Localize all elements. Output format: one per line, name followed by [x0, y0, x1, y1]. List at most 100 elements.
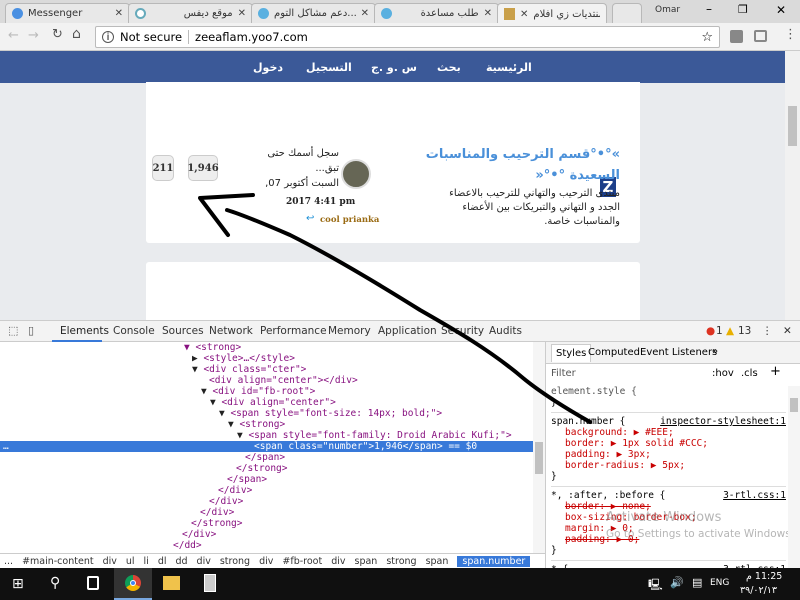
breadcrumb-item[interactable]: #main-content: [22, 556, 94, 567]
styles-filter-input[interactable]: Filter: [551, 368, 576, 379]
last-post-title[interactable]: سجل أسمك حتى تبق...: [251, 146, 339, 176]
calculator-icon[interactable]: [204, 574, 216, 592]
subtab-event-listeners[interactable]: Event Listeners: [640, 347, 717, 358]
dom-node[interactable]: ▶ <style>…</style>: [0, 353, 533, 364]
dom-node[interactable]: </span>: [0, 474, 533, 485]
camera-extension-icon[interactable]: [754, 30, 767, 42]
breadcrumb-item[interactable]: strong: [220, 556, 250, 567]
last-post-author[interactable]: cool prianka: [320, 215, 379, 225]
breadcrumb-item[interactable]: span: [355, 556, 378, 567]
dom-node[interactable]: ▼ <div class="cter">: [0, 364, 533, 375]
new-style-rule-button[interactable]: +: [770, 364, 781, 379]
hov-toggle[interactable]: :hov: [712, 368, 734, 379]
more-tabs-icon[interactable]: »: [712, 346, 718, 357]
dom-node[interactable]: </div>: [0, 496, 533, 507]
volume-icon[interactable]: 🔊: [670, 576, 684, 589]
address-bar[interactable]: i Not secure zeeaflam.yoo7.com ☆: [95, 26, 720, 48]
close-tab-icon[interactable]: ✕: [115, 8, 123, 19]
back-button[interactable]: ←: [8, 28, 19, 43]
forward-button[interactable]: →: [28, 28, 39, 43]
breadcrumb-item-selected[interactable]: span.number: [457, 555, 531, 567]
extension-icon[interactable]: [730, 30, 743, 43]
device-toolbar-icon[interactable]: ▯: [28, 324, 34, 337]
breadcrumb-item[interactable]: li: [144, 556, 149, 567]
nav-register[interactable]: التسجيل: [306, 61, 352, 74]
tab-messenger[interactable]: Messenger ✕: [5, 3, 130, 23]
breadcrumb-item[interactable]: dd: [175, 556, 187, 567]
subtab-styles[interactable]: Styles: [551, 344, 592, 362]
dom-node[interactable]: ▼ <strong>: [0, 419, 533, 430]
element-style-selector[interactable]: element.style {: [551, 386, 786, 397]
tab-zeeaflam[interactable]: ✕ منتديات زي أفلام: [497, 3, 607, 24]
css-property[interactable]: border-radius: ▶ 5px;: [551, 460, 786, 471]
subtab-computed[interactable]: Computed: [588, 347, 640, 358]
clock-date[interactable]: ٣٩/٠٢/١٣: [740, 585, 777, 596]
avatar[interactable]: [341, 159, 371, 189]
tab-divs[interactable]: موقع ديفس ✕: [128, 3, 253, 23]
breadcrumb-item[interactable]: ul: [126, 556, 135, 567]
devtools-menu-icon[interactable]: ⋮: [762, 325, 773, 337]
breadcrumb-item[interactable]: #fb-root: [282, 556, 322, 567]
nav-faq[interactable]: س .و .ج: [371, 61, 417, 74]
notifications-icon[interactable]: ▤: [692, 576, 702, 589]
reload-button[interactable]: ↻: [52, 27, 63, 42]
close-tab-icon[interactable]: ✕: [520, 9, 528, 20]
profile-name[interactable]: Omar: [655, 5, 680, 15]
breadcrumb-item[interactable]: span: [426, 556, 449, 567]
menu-icon[interactable]: ⋮: [784, 27, 797, 42]
task-view-icon[interactable]: [87, 576, 99, 590]
dom-node[interactable]: </span>: [0, 452, 533, 463]
breadcrumb-item[interactable]: div: [331, 556, 345, 567]
close-tab-icon[interactable]: ✕: [484, 8, 492, 19]
security-label[interactable]: Not secure: [120, 30, 182, 44]
restore-button[interactable]: ❐: [738, 3, 748, 16]
category-title[interactable]: قسم الترحيب بالاعضاء الجدد: [478, 86, 632, 99]
search-icon[interactable]: ⚲: [50, 575, 60, 591]
close-tab-icon[interactable]: ✕: [238, 8, 246, 19]
dom-node[interactable]: ▼ <span style="font-size: 14px; bold;">: [0, 408, 533, 419]
dom-node[interactable]: </div>: [0, 485, 533, 496]
language-indicator[interactable]: ENG: [710, 578, 729, 588]
breadcrumb-item[interactable]: dl: [158, 556, 167, 567]
tab-memory[interactable]: Memory: [328, 325, 371, 337]
dom-node[interactable]: </dd>: [0, 540, 533, 551]
inspect-element-icon[interactable]: ⬚: [8, 324, 18, 337]
dom-node[interactable]: ▼ <div align="center">: [0, 397, 533, 408]
windows-start-icon[interactable]: ⊞: [12, 576, 24, 592]
styles-scrollbar[interactable]: [788, 386, 800, 568]
category-title[interactable]: منتدي نجوم بولوود: [531, 279, 632, 292]
warning-count[interactable]: 13: [738, 325, 751, 337]
tab-audits[interactable]: Audits: [489, 325, 522, 337]
tab-console[interactable]: Console: [113, 325, 155, 337]
dom-node[interactable]: <div align="center"></div>: [0, 375, 533, 386]
breadcrumb-item[interactable]: div: [103, 556, 117, 567]
css-property[interactable]: background: ▶ #EEE;: [551, 427, 786, 438]
tab-help-request[interactable]: طلب مساعدة ✕: [374, 3, 499, 23]
breadcrumb-item[interactable]: div: [259, 556, 273, 567]
tab-elements[interactable]: Elements: [60, 325, 109, 337]
forum-title-link[interactable]: »°•°قسم الترحيب والمناسبات السعيدة °•°«: [420, 144, 620, 186]
dom-node[interactable]: ▼ <div id="fb-root">: [0, 386, 533, 397]
error-icon[interactable]: ●: [706, 325, 715, 337]
dom-node-selected[interactable]: … <span class="number">1,946</span> == $0: [0, 441, 533, 452]
rule-source-link[interactable]: inspector-stylesheet:1: [660, 416, 786, 427]
tab-support[interactable]: دعم مشاكل التوم...✕: [251, 3, 376, 23]
dom-node[interactable]: </div>: [0, 507, 533, 518]
css-property[interactable]: border: ▶ 1px solid #CCC;: [551, 438, 786, 449]
tab-performance[interactable]: Performance: [260, 325, 327, 337]
home-button[interactable]: ⌂: [72, 26, 81, 42]
new-tab-button[interactable]: [612, 3, 642, 23]
dom-node[interactable]: </div>: [0, 529, 533, 540]
close-devtools-icon[interactable]: ✕: [783, 325, 792, 337]
network-icon[interactable]: 🖳: [648, 576, 663, 595]
bookmark-star-icon[interactable]: ☆: [701, 30, 713, 45]
elements-scrollbar[interactable]: [533, 342, 545, 553]
nav-login[interactable]: دخول: [253, 61, 283, 74]
breadcrumb-item[interactable]: strong: [386, 556, 416, 567]
nav-search[interactable]: بحث: [437, 61, 461, 74]
tab-network[interactable]: Network: [209, 325, 253, 337]
tab-application[interactable]: Application: [378, 325, 437, 337]
rule-selector[interactable]: *, :after, :before {: [551, 490, 665, 501]
close-window-button[interactable]: ✕: [776, 3, 786, 17]
nav-home[interactable]: الرئيسية: [486, 61, 532, 74]
